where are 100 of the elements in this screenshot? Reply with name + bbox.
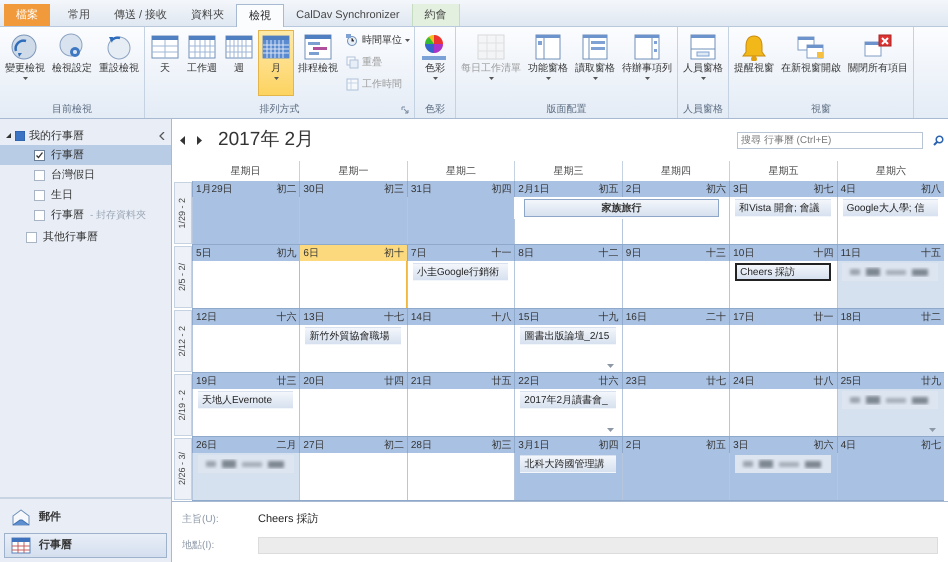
day-date[interactable]: 2日 xyxy=(626,438,642,452)
day-date[interactable]: 1月29日 xyxy=(196,182,233,196)
next-arrow-icon[interactable] xyxy=(196,136,202,144)
calendar-item[interactable]: 台灣假日 xyxy=(0,165,171,185)
day-date[interactable]: 2月1日 xyxy=(518,182,550,196)
day-date[interactable]: 19日 xyxy=(196,374,218,388)
day-date[interactable]: 24日 xyxy=(733,374,754,388)
day-date[interactable]: 23日 xyxy=(626,374,647,388)
day-date[interactable]: 22日 xyxy=(518,374,540,388)
all-day-event[interactable]: 家族旅行 xyxy=(524,199,720,217)
ribbon-button[interactable]: 待辦事項列 xyxy=(619,30,675,96)
day-date[interactable]: 18日 xyxy=(840,310,862,324)
day-date[interactable]: 4日 xyxy=(840,182,856,196)
calendar-event[interactable]: Google大人學; 信 xyxy=(842,199,938,217)
more-items-arrow-icon[interactable] xyxy=(606,364,614,368)
ribbon-small-button[interactable]: 時間單位 xyxy=(344,30,412,50)
day-date[interactable]: 31日 xyxy=(410,182,432,196)
day-date[interactable]: 14日 xyxy=(410,310,432,324)
search-field[interactable]: 搜尋 行事曆 (Ctrl+E) xyxy=(737,132,923,148)
calendar-event[interactable]: 天地人Evernote xyxy=(198,391,294,409)
blurred-event[interactable] xyxy=(842,391,938,409)
ribbon-tab[interactable]: 資料夾 xyxy=(179,4,236,26)
calendar-item[interactable]: 行事曆 - 封存資料夾 xyxy=(0,205,171,225)
checkbox[interactable] xyxy=(34,210,45,220)
day-cell[interactable] xyxy=(622,453,730,500)
day-cell[interactable] xyxy=(192,197,300,244)
calendar-item[interactable]: 其他行事曆 xyxy=(0,227,171,247)
search-icon[interactable] xyxy=(933,134,944,146)
day-cell[interactable] xyxy=(406,325,514,372)
calendar-group-label[interactable]: 我的行事曆 xyxy=(29,128,155,144)
day-date[interactable]: 16日 xyxy=(626,310,647,324)
day-date[interactable]: 5日 xyxy=(196,246,212,260)
calendar-event[interactable]: 2017年2月讀書會_ xyxy=(520,391,616,409)
calendar-event[interactable]: Cheers 採訪 xyxy=(735,263,831,281)
ribbon-button[interactable]: 在新視窗開啟 xyxy=(778,30,844,96)
ribbon-tab[interactable]: CalDav Synchronizer xyxy=(284,4,412,26)
ribbon-tab[interactable]: 約會 xyxy=(412,4,460,26)
day-date[interactable]: 12日 xyxy=(196,310,218,324)
ribbon-button[interactable]: 天 xyxy=(147,30,183,96)
calendar-event[interactable]: 北科大跨國管理講 xyxy=(520,455,616,473)
day-date[interactable]: 21日 xyxy=(410,374,432,388)
ribbon-button[interactable]: 讀取窗格 xyxy=(572,30,618,96)
day-cell[interactable] xyxy=(299,197,407,244)
day-date[interactable]: 3日 xyxy=(733,438,749,452)
day-date[interactable]: 7日 xyxy=(410,246,426,260)
ribbon-button[interactable]: 關閉所有項目 xyxy=(845,30,911,96)
day-date[interactable]: 13日 xyxy=(303,310,325,324)
day-cell[interactable] xyxy=(406,453,514,500)
calendar-event[interactable]: 圖書出版論壇_2/15 xyxy=(520,327,616,345)
day-date[interactable]: 8日 xyxy=(518,246,534,260)
day-date[interactable]: 9日 xyxy=(626,246,642,260)
blurred-event[interactable] xyxy=(842,263,938,281)
ribbon-button[interactable]: 週 xyxy=(221,30,257,96)
dialog-launcher-icon[interactable] xyxy=(401,106,409,114)
day-date[interactable]: 30日 xyxy=(303,182,325,196)
day-date[interactable]: 17日 xyxy=(733,310,754,324)
ribbon-button[interactable]: 變更檢視 xyxy=(2,30,48,96)
blurred-event[interactable] xyxy=(198,455,294,473)
nav-button[interactable]: 行事曆 xyxy=(4,533,167,558)
more-items-arrow-icon[interactable] xyxy=(929,428,936,432)
ribbon-tab[interactable]: 傳送 / 接收 xyxy=(102,4,180,26)
checkbox[interactable] xyxy=(34,150,45,160)
collapse-chevron-icon[interactable] xyxy=(159,132,165,140)
calendar-item[interactable]: 生日 xyxy=(0,185,171,205)
day-cell[interactable] xyxy=(836,453,944,500)
expanded-arrow-icon[interactable] xyxy=(6,133,11,139)
ribbon-button[interactable]: 功能窗格 xyxy=(525,30,571,96)
day-date[interactable]: 26日 xyxy=(196,438,218,452)
ribbon-button[interactable]: 重設檢視 xyxy=(96,30,142,96)
location-field[interactable] xyxy=(258,536,938,554)
blurred-event[interactable] xyxy=(734,455,831,473)
nav-button[interactable]: 郵件 xyxy=(4,505,167,530)
ribbon-button[interactable]: 色彩 xyxy=(417,30,453,96)
day-cell[interactable] xyxy=(406,197,514,244)
day-date[interactable]: 3日 xyxy=(733,182,749,196)
day-cell[interactable] xyxy=(192,261,300,308)
ribbon-button[interactable]: 提醒視窗 xyxy=(731,30,777,96)
day-cell[interactable] xyxy=(299,261,407,308)
calendar-event[interactable]: 新竹外貿協會職場 xyxy=(305,327,401,345)
day-date[interactable]: 11日 xyxy=(840,246,861,260)
day-date[interactable]: 10日 xyxy=(733,246,754,260)
day-date[interactable]: 2日 xyxy=(626,182,642,196)
ribbon-tab[interactable]: 檢視 xyxy=(236,4,284,27)
day-date[interactable]: 20日 xyxy=(303,374,325,388)
more-items-arrow-icon[interactable] xyxy=(606,428,614,432)
day-date[interactable]: 6日 xyxy=(303,246,319,260)
previous-arrow-icon[interactable] xyxy=(180,136,186,144)
day-date[interactable]: 4日 xyxy=(840,438,856,452)
ribbon-button[interactable]: 工作週 xyxy=(184,30,220,96)
checkbox[interactable] xyxy=(34,170,45,180)
calendar-event[interactable]: 和Vista 開會; 會議 xyxy=(735,199,831,217)
ribbon-tab[interactable]: 常用 xyxy=(56,4,102,26)
day-date[interactable]: 28日 xyxy=(410,438,432,452)
ribbon-button[interactable]: 人員窗格 xyxy=(680,30,726,96)
day-cell[interactable] xyxy=(406,389,514,436)
day-cell[interactable] xyxy=(192,325,300,372)
ribbon-button[interactable]: 排程檢視 xyxy=(295,30,341,96)
day-date[interactable]: 27日 xyxy=(303,438,325,452)
ribbon-button[interactable]: 月 xyxy=(258,30,294,96)
checkbox[interactable] xyxy=(34,190,45,200)
